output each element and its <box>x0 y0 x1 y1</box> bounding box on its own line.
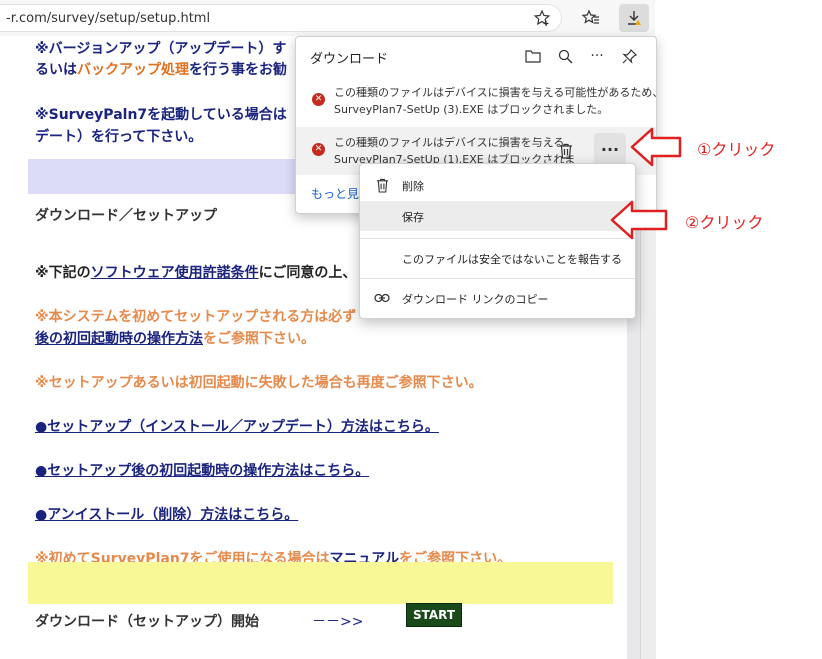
error-icon: ✕ <box>312 143 325 156</box>
trash-icon <box>373 176 391 194</box>
favorites-icon[interactable] <box>579 6 603 30</box>
browser-toolbar: -r.com/survey/setup/setup.html <box>0 0 655 37</box>
download-warning: この種類のファイルはデバイスに損害を与える <box>334 136 565 149</box>
arrow-annotation-1 <box>630 127 682 167</box>
first-run-method-link[interactable]: 後の初回起動時の操作方法 <box>35 331 203 347</box>
first-setup-post: をご参照下さい。 <box>203 331 315 347</box>
menu-divider <box>360 238 635 239</box>
running-notice-line2: デート）を行って下さい。 <box>35 129 203 145</box>
version-notice-post: を行う事をお勧 <box>189 62 287 78</box>
uninstall-link[interactable]: ●アンイストール（削除）方法はこちら。 <box>35 504 298 524</box>
menu-divider <box>360 278 635 279</box>
menu-item-report[interactable]: このファイルは安全ではないことを報告する <box>360 243 635 273</box>
annotation-click-2: ②クリック <box>685 213 764 232</box>
download-filename: SurveyPlan7-SetUp (3).EXE はブロックされました。 <box>334 103 609 116</box>
version-notice-line2: るいはバックアップ処理を行う事をお勧 <box>35 59 287 79</box>
download-icon[interactable] <box>619 4 649 32</box>
menu-item-delete[interactable]: 削除 <box>360 170 635 200</box>
license-notice-pre: ※下記の <box>35 265 91 281</box>
start-bar <box>28 562 613 604</box>
version-notice-line1: ※バージョンアップ（アップデート）す <box>35 41 287 57</box>
start-arrow: －－>> <box>312 614 364 630</box>
fail-notice: ※セットアップあるいは初回起動に失敗した場合も再度ご参照下さい。 <box>35 375 483 391</box>
pin-icon[interactable] <box>618 45 640 67</box>
first-setup-notice: ※本システムを初めてセットアップされる方は必ず <box>35 309 357 325</box>
setup-method-link[interactable]: ●セットアップ（インストール／アップデート）方法はこちら。 <box>35 416 439 436</box>
address-text: -r.com/survey/setup/setup.html <box>6 11 211 26</box>
menu-label-copy-link: ダウンロード リンクのコピー <box>402 293 549 306</box>
license-link[interactable]: ソフトウェア使用許諾条件 <box>91 265 259 281</box>
first-setup-notice-line2: 後の初回起動時の操作方法をご参照下さい。 <box>35 328 315 348</box>
download-context-menu: 削除 保存 このファイルは安全ではないことを報告する ダウンロード リンクのコピ… <box>359 163 636 319</box>
first-run-link[interactable]: ●セットアップ後の初回起動時の操作方法はこちら。 <box>35 460 369 480</box>
menu-item-keep[interactable]: 保存 <box>360 201 635 231</box>
running-notice-line1: ※SurveyPaln7を起動している場合は <box>35 107 287 123</box>
search-icon[interactable] <box>554 45 576 67</box>
link-icon <box>373 289 391 307</box>
folder-icon[interactable] <box>522 45 544 67</box>
download-item[interactable]: ✕ この種類のファイルはデバイスに損害を与える可能性があるため、 SurveyP… <box>296 77 663 125</box>
star-add-icon[interactable] <box>530 6 554 30</box>
start-label: ダウンロード（セットアップ）開始 <box>35 614 259 630</box>
version-notice-pre: るいは <box>35 62 77 78</box>
license-notice: ※下記のソフトウェア使用許諾条件にご同意の上、 <box>35 262 356 282</box>
menu-label-delete: 削除 <box>402 180 424 193</box>
start-button[interactable]: START <box>406 603 462 627</box>
more-actions-button[interactable]: ··· <box>594 133 626 165</box>
more-options-icon[interactable]: ··· <box>586 45 608 67</box>
download-warning: この種類のファイルはデバイスに損害を与える可能性があるため、 <box>334 86 664 99</box>
downloads-title: ダウンロード <box>310 52 389 67</box>
backup-highlight: バックアップ処理 <box>77 62 189 78</box>
license-notice-post: にご同意の上、 <box>258 265 357 281</box>
menu-item-copy-link[interactable]: ダウンロード リンクのコピー <box>360 283 635 313</box>
address-bar[interactable]: -r.com/survey/setup/setup.html <box>0 4 562 32</box>
menu-label-keep: 保存 <box>402 211 424 224</box>
error-icon: ✕ <box>312 93 325 106</box>
menu-label-report: このファイルは安全ではないことを報告する <box>402 253 622 266</box>
annotation-click-1: ①クリック <box>697 140 776 159</box>
section-title: ダウンロード／セットアップ <box>35 208 217 224</box>
arrow-annotation-2 <box>610 200 668 240</box>
